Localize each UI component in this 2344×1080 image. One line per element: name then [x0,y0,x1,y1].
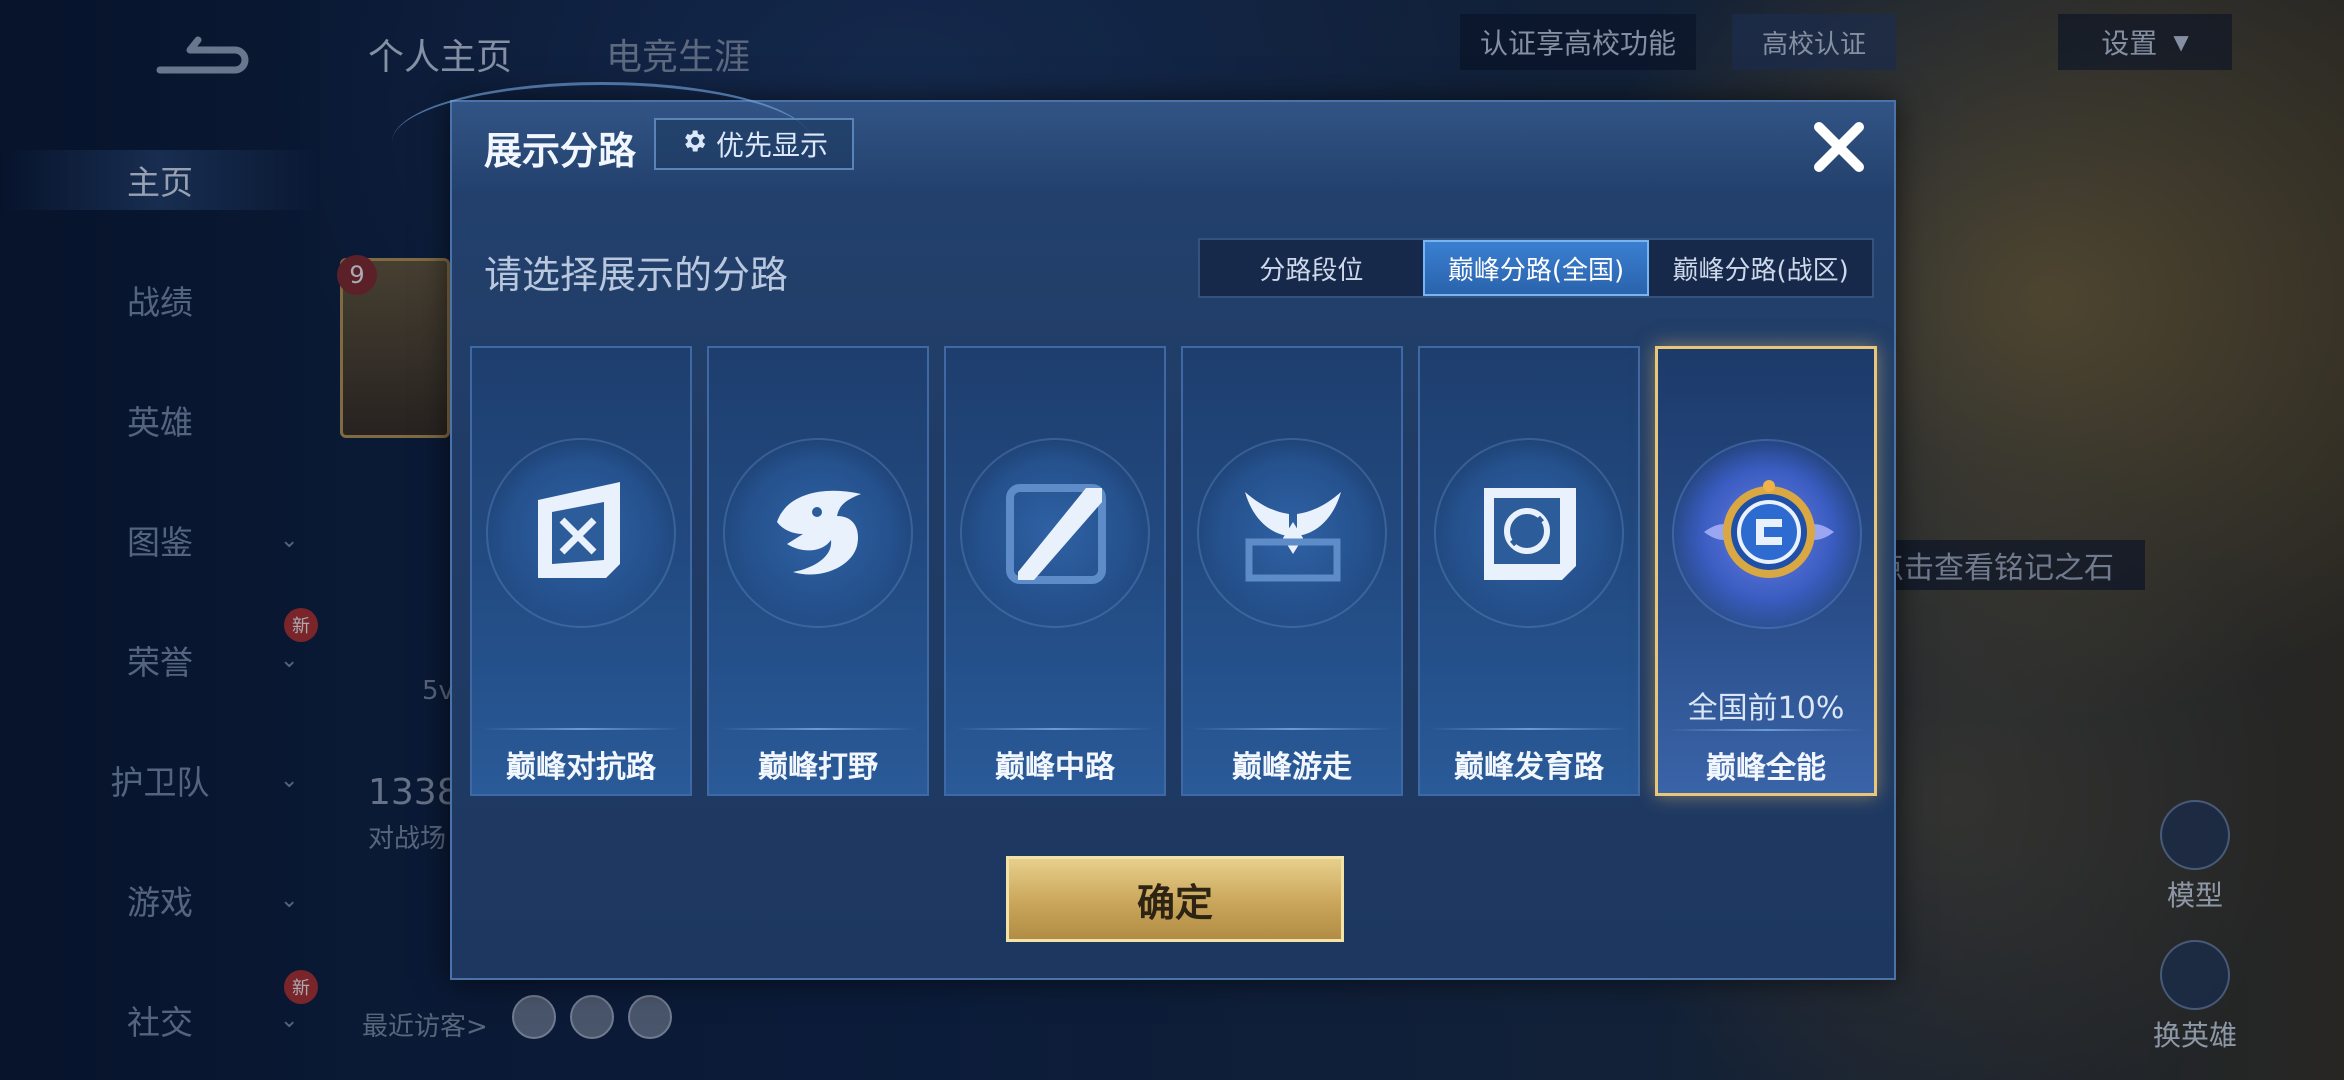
lane-card-roam[interactable]: 巅峰游走 [1181,346,1403,796]
confirm-button[interactable]: 确定 [1006,856,1344,942]
card-divider [482,728,680,730]
card-divider [956,728,1154,730]
gear-icon [680,127,708,162]
card-divider [719,728,917,730]
card-label: 巅峰打野 [758,750,878,785]
priority-label: 优先显示 [715,129,828,162]
lane-display-dialog: 展示分路 优先显示 请选择展示的分路 分路段位 巅峰分路(全国) 巅峰分路(战区… [392,82,1896,980]
lane-card-clash[interactable]: 巅峰对抗路 [470,346,692,796]
card-label: 巅峰全能 [1706,751,1826,786]
tab-lane-rank[interactable]: 分路段位 [1200,240,1423,296]
card-divider [1668,729,1864,731]
lane-card-jungle[interactable]: 巅峰打野 [707,346,929,796]
lane-card-farm[interactable]: 巅峰发育路 [1418,346,1640,796]
wings-icon [1231,472,1355,596]
spiral-icon [1468,472,1592,596]
card-label: 巅峰对抗路 [506,750,656,785]
tab-peak-lane-region[interactable]: 巅峰分路(战区) [1649,240,1872,296]
close-icon[interactable] [1808,116,1870,178]
allround-emblem-icon [1694,457,1844,607]
priority-display-button[interactable]: 优先显示 [654,118,854,170]
card-label: 巅峰发育路 [1454,750,1604,785]
lane-card-allround[interactable]: 全国前10% 巅峰全能 [1655,346,1877,796]
dialog-title: 展示分路 [484,129,637,173]
lane-card-list: 巅峰对抗路 巅峰打野 巅峰中路 巅峰游走 巅峰发育路 全国前10% 巅峰全能 [470,346,1880,796]
lane-type-segmented-control: 分路段位 巅峰分路(全国) 巅峰分路(战区) [1198,238,1874,298]
dialog-subtitle: 请选择展示的分路 [484,253,789,297]
card-label: 巅峰游走 [1232,750,1352,785]
rank-text: 全国前10% [1687,691,1845,726]
dragon-icon [757,472,881,596]
sword-cross-icon [520,472,644,596]
tab-peak-lane-national[interactable]: 巅峰分路(全国) [1422,240,1650,296]
game-profile-screen: 主页 战绩 英雄 图鉴 ⌄ 荣誉 ⌄ 新 护卫队 ⌄ 游戏 ⌄ 社交 ⌄ 新 个人主页 电… [0,0,2344,1080]
lane-card-mid[interactable]: 巅峰中路 [944,346,1166,796]
card-divider [1193,728,1391,730]
slash-icon [994,472,1118,596]
card-label: 巅峰中路 [995,750,1115,785]
card-divider [1430,728,1628,730]
confirm-label: 确定 [1136,880,1213,925]
